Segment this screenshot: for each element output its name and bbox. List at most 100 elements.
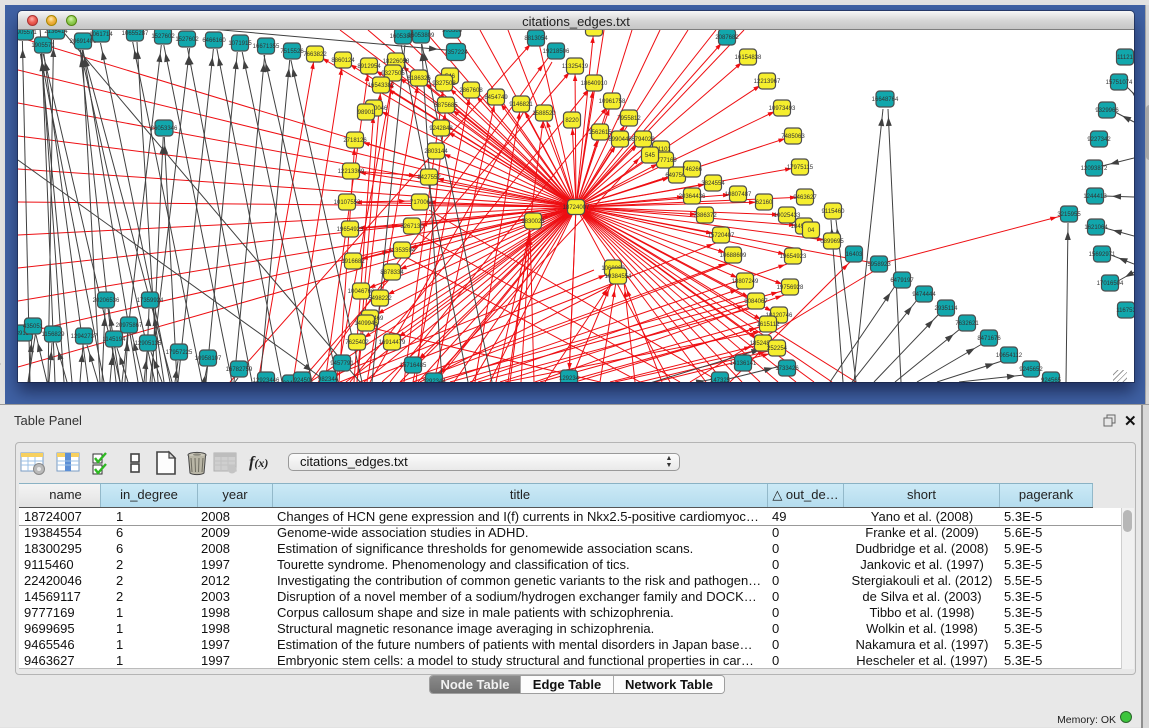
svg-text:19756928: 19756928 [777,285,804,291]
svg-text:16154838: 16154838 [735,55,762,61]
svg-text:98901: 98901 [358,110,375,116]
svg-text:7955812: 7955812 [617,116,641,122]
svg-text:9329966: 9329966 [1095,108,1119,114]
svg-text:9245652: 9245652 [1019,367,1043,373]
svg-text:1145194: 1145194 [103,337,127,343]
svg-text:8454749: 8454749 [484,95,508,101]
svg-text:18724007: 18724007 [563,205,590,211]
svg-text:10973493: 10973493 [769,106,796,112]
svg-text:62160: 62160 [756,200,773,206]
svg-text:18640910: 18640910 [581,81,608,87]
svg-text:1071915: 1071915 [228,41,252,47]
svg-text:12213369: 12213369 [338,169,365,175]
svg-text:12213967: 12213967 [754,79,781,85]
svg-text:19384554: 19384554 [605,274,632,280]
svg-text:1409946: 1409946 [354,321,378,327]
svg-text:18807249: 18807249 [732,279,759,285]
svg-text:9457791: 9457791 [330,361,354,367]
svg-text:6466160: 6466160 [202,38,226,44]
svg-text:8860124: 8860124 [331,58,355,64]
svg-text:12942737: 12942737 [71,334,98,340]
svg-text:2718126: 2718126 [343,138,367,144]
svg-text:18226058: 18226058 [383,59,410,65]
svg-text:10107552: 10107552 [334,200,361,206]
svg-text:19654923: 19654923 [337,227,364,233]
svg-text:2136414: 2136414 [44,30,68,35]
svg-text:1244413: 1244413 [1083,194,1107,200]
svg-text:1733426: 1733426 [775,366,799,372]
svg-text:9463627: 9463627 [793,195,817,201]
svg-text:3875685: 3875685 [434,103,458,109]
svg-text:0899695: 0899695 [820,239,844,245]
svg-text:1527602: 1527602 [151,34,175,40]
svg-text:2830023: 2830023 [521,219,545,225]
svg-text:19218506: 19218506 [543,49,570,55]
svg-text:3215955: 3215955 [1057,212,1081,218]
svg-text:9474444: 9474444 [912,292,936,298]
svg-text:7625402: 7625402 [345,340,369,346]
svg-text:11353594: 11353594 [389,248,416,254]
svg-text:16914479: 16914479 [379,340,406,346]
svg-text:1527602: 1527602 [175,37,199,43]
svg-text:7515526: 7515526 [280,49,304,55]
svg-text:9227342: 9227342 [1087,137,1111,143]
svg-text:12093872: 12093872 [1081,166,1108,172]
svg-text:8912954: 8912954 [357,64,381,70]
svg-text:92450: 92450 [294,378,311,382]
svg-text:11121: 11121 [1117,55,1133,61]
svg-text:6794028: 6794028 [631,137,655,143]
svg-text:147325: 147325 [710,378,731,382]
svg-text:1292344: 1292344 [422,379,446,382]
svg-text:10807487: 10807487 [725,192,752,198]
svg-text:7357224: 7357224 [444,50,468,56]
svg-text:16543382: 16543382 [368,83,395,89]
svg-text:1621064: 1621064 [1084,225,1108,231]
svg-text:3824554: 3824554 [701,181,725,187]
svg-text:8471676: 8471676 [977,336,1001,342]
svg-text:10655287: 10655287 [122,31,149,37]
svg-text:1916682: 1916682 [341,259,365,265]
svg-text:9327508: 9327508 [432,81,456,87]
svg-text:20364436: 20364436 [679,194,706,200]
svg-text:12923446: 12923446 [253,378,280,382]
svg-text:5498222: 5498222 [368,296,392,302]
svg-text:1905571: 1905571 [31,43,55,49]
svg-text:9084067: 9084067 [744,299,768,305]
svg-text:7386372: 7386372 [693,213,717,219]
svg-text:9242848: 9242848 [429,126,453,132]
svg-text:924565: 924565 [1041,378,1062,382]
svg-text:10958107: 10958107 [195,356,222,362]
svg-text:8990448: 8990448 [608,137,632,143]
svg-text:5958923: 5958923 [867,262,891,268]
svg-text:9146821: 9146821 [509,102,533,108]
svg-text:10654112: 10654112 [996,353,1023,359]
svg-text:15720407: 15720407 [708,233,735,239]
svg-text:04: 04 [808,228,815,234]
svg-text:11325419: 11325419 [562,64,589,70]
svg-text:8813054: 8813054 [524,36,548,42]
svg-text:8186326: 8186326 [407,76,431,82]
svg-text:1156829: 1156829 [42,332,66,338]
svg-text:16648764: 16648764 [872,97,899,103]
svg-text:1905571: 1905571 [18,30,37,36]
svg-text:2087682: 2087682 [715,35,739,41]
svg-text:20206536: 20206536 [93,298,120,304]
svg-text:17957225: 17957225 [166,350,193,356]
svg-text:15692971: 15692971 [1089,252,1116,258]
svg-text:10961758: 10961758 [599,99,626,105]
svg-text:129234: 129234 [559,376,580,382]
svg-text:15716485: 15716485 [400,363,427,369]
svg-text:982344: 982344 [318,377,339,382]
svg-text:17016504: 17016504 [1097,281,1124,287]
svg-text:16403: 16403 [846,252,863,258]
svg-text:16782759: 16782759 [226,367,253,373]
svg-text:7632621: 7632621 [955,321,979,327]
svg-text:252254: 252254 [767,346,788,352]
svg-text:2803144: 2803144 [424,149,448,155]
svg-text:3267130: 3267130 [400,224,424,230]
svg-text:6479197: 6479197 [890,278,914,284]
svg-text:10688609: 10688609 [720,253,747,259]
svg-text:7485063: 7485063 [781,134,805,140]
svg-text:905386: 905386 [442,30,463,34]
svg-text:14136141: 14136141 [730,361,757,367]
